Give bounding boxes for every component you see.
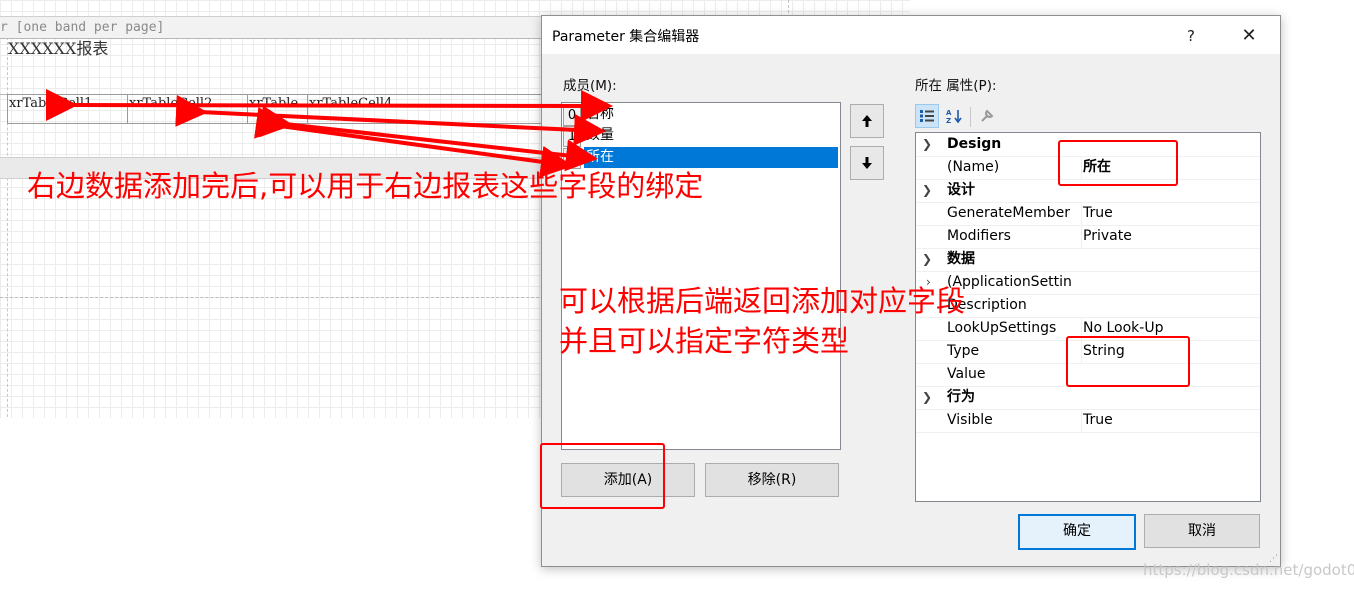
watermark-text: https://blog.csdn.net/godot06: [1143, 561, 1354, 579]
add-button-highlight: [540, 443, 665, 509]
field-annotation-line1: 可以根据后端返回添加对应字段: [559, 284, 966, 318]
name-value-highlight: [1058, 140, 1178, 186]
type-value-highlight: [1066, 336, 1190, 387]
annotation-arrow: [254, 106, 573, 178]
binding-annotation-text: 右边数据添加完后,可以用于右边报表这些字段的绑定: [27, 169, 704, 203]
field-annotation-line2: 并且可以指定字符类型: [559, 324, 850, 358]
annotation-arrow: [175, 94, 606, 146]
annotation-arrow: [45, 88, 613, 122]
